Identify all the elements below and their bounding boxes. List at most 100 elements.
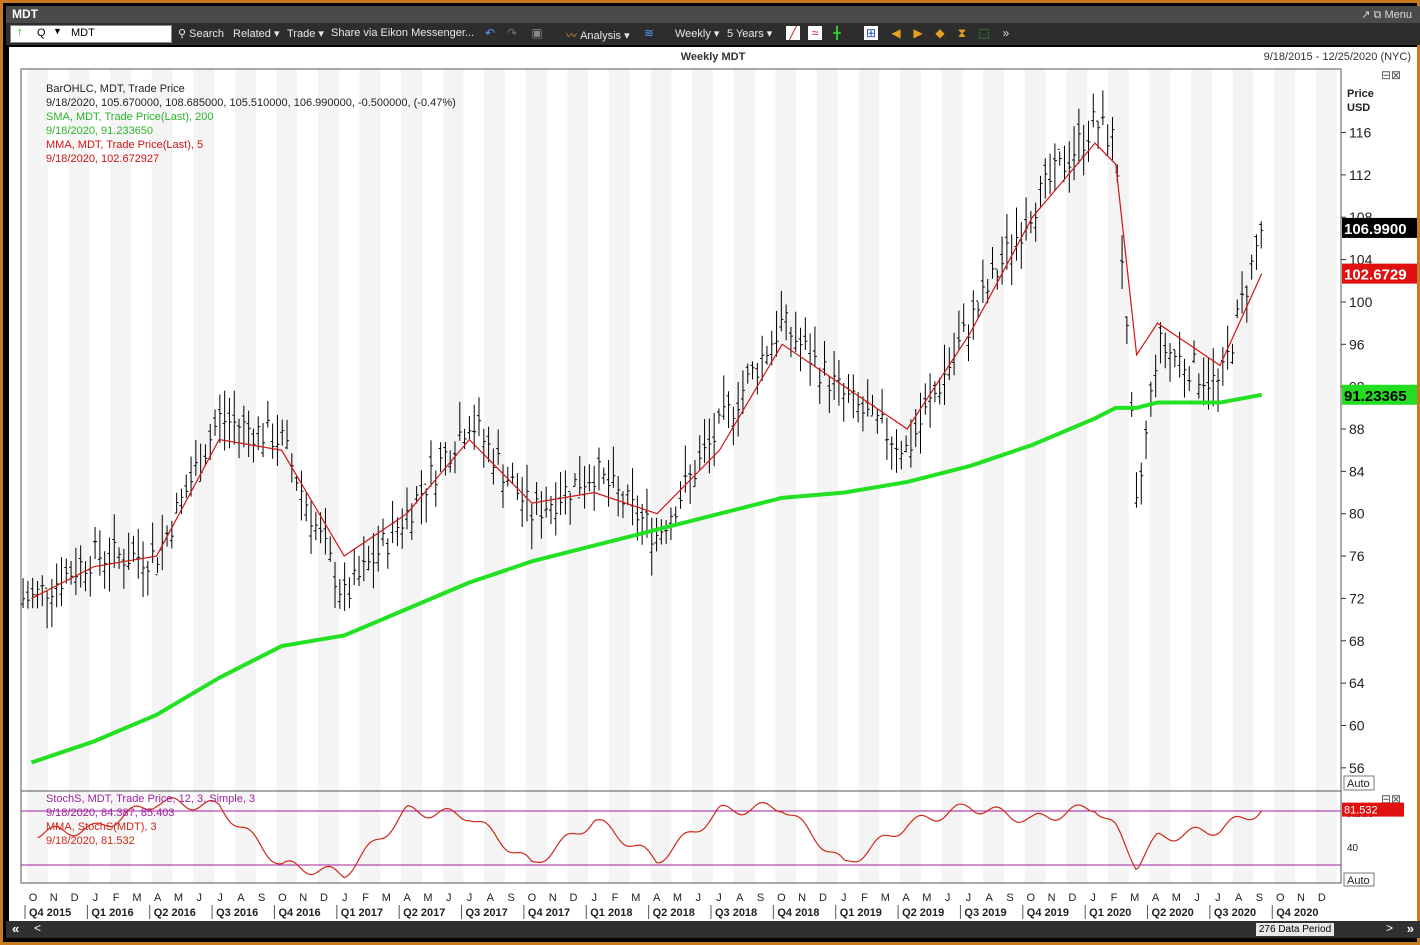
- x-month-label: J: [945, 892, 951, 904]
- x-quarter-label: Q4 2018: [777, 907, 819, 919]
- undo-icon[interactable]: ↶: [483, 26, 497, 40]
- table-icon[interactable]: ⊞: [864, 26, 878, 40]
- x-month-label: S: [1006, 892, 1013, 904]
- legend-l1: BarOHLC, MDT, Trade Price: [46, 83, 185, 95]
- x-month-label: A: [154, 892, 162, 904]
- month-band: [318, 69, 339, 883]
- legend-l5: MMA, MDT, Trade Price(Last), 5: [46, 139, 203, 151]
- period-label: 5 Years: [727, 28, 764, 40]
- crosshair-icon[interactable]: ╋: [830, 26, 844, 40]
- x-month-label: J: [467, 892, 473, 904]
- x-quarter-label: Q1 2019: [840, 907, 882, 919]
- interval-select[interactable]: Weekly ▾: [675, 27, 719, 40]
- x-month-label: M: [922, 892, 931, 904]
- x-month-label: F: [1111, 892, 1118, 904]
- mma-badge: 102.6729: [1344, 267, 1407, 284]
- camera-icon[interactable]: ▣: [530, 26, 544, 40]
- y-tick-label: 100: [1349, 294, 1373, 310]
- x-month-label: N: [798, 892, 806, 904]
- month-band: [484, 69, 506, 883]
- share-button[interactable]: Share via Eikon Messenger...: [331, 27, 474, 39]
- x-quarter-label: Q2 2020: [1152, 907, 1194, 919]
- x-month-label: A: [1152, 892, 1160, 904]
- x-quarter-label: Q2 2018: [653, 907, 695, 919]
- x-month-label: J: [695, 892, 701, 904]
- line-chart-icon[interactable]: ╱: [786, 26, 800, 40]
- x-month-label: J: [217, 892, 223, 904]
- month-band: [151, 69, 173, 883]
- more-icon[interactable]: »: [999, 26, 1013, 40]
- hourglass-icon[interactable]: ⧗: [955, 26, 969, 40]
- x-month-label: J: [446, 892, 452, 904]
- ric-box[interactable]: ↑ Q ▼: [10, 25, 172, 43]
- x-month-label: M: [174, 892, 183, 904]
- menu-label[interactable]: Menu: [1384, 9, 1412, 21]
- scroll-start-icon[interactable]: «: [12, 921, 19, 936]
- related-label: Related: [233, 28, 271, 40]
- month-band: [609, 69, 630, 883]
- month-band: [733, 69, 755, 883]
- x-month-label: A: [487, 892, 495, 904]
- analysis-button[interactable]: 〰 Analysis ▾: [566, 27, 630, 43]
- month-band: [442, 69, 464, 883]
- x-month-label: O: [528, 892, 537, 904]
- zoom-vertical-icon[interactable]: ◆: [933, 26, 947, 40]
- month-band: [983, 69, 1005, 883]
- scroll-right-icon[interactable]: ▶: [911, 26, 925, 40]
- y-tick-label: 68: [1349, 633, 1365, 649]
- y-tick-label: 84: [1349, 463, 1365, 479]
- legend-l2: 9/18/2020, 105.670000, 108.685000, 105.5…: [46, 97, 456, 109]
- x-quarter-label: Q2 2016: [154, 907, 196, 919]
- overlay-icon[interactable]: ≋: [642, 26, 656, 40]
- x-month-label: A: [736, 892, 744, 904]
- scroll-back-icon[interactable]: <: [34, 921, 41, 935]
- x-month-label: D: [819, 892, 827, 904]
- redo-icon[interactable]: ↷: [505, 26, 519, 40]
- month-band: [775, 69, 797, 883]
- x-month-label: M: [382, 892, 391, 904]
- x-month-label: D: [1318, 892, 1326, 904]
- trade-button[interactable]: Trade ▾: [287, 27, 324, 40]
- scroll-end-icon[interactable]: »: [1407, 921, 1414, 936]
- y-tick-label: 112: [1349, 167, 1372, 183]
- currency-label: USD: [1347, 102, 1370, 114]
- y-tick-label: 116: [1349, 125, 1372, 141]
- stoch-badge: 81.532: [1344, 805, 1378, 817]
- stoch-legend-l2: 9/18/2020, 84.387, 85.403: [46, 807, 174, 819]
- multi-chart-icon[interactable]: ≈: [808, 26, 822, 40]
- search-button[interactable]: ⚲ Search: [178, 27, 224, 40]
- chevron-down-icon[interactable]: ▼: [53, 26, 62, 36]
- month-band: [858, 69, 880, 883]
- ric-prefix[interactable]: Q: [37, 27, 46, 39]
- related-button[interactable]: Related ▾: [233, 27, 280, 40]
- x-month-label: S: [507, 892, 514, 904]
- scroll-bar[interactable]: « < 276 Data Period > »: [6, 921, 1420, 938]
- stoch-legend-l4: 9/18/2020, 81.532: [46, 835, 135, 847]
- sma-badge: 91.23365: [1344, 388, 1407, 405]
- x-quarter-label: Q1 2018: [590, 907, 632, 919]
- scroll-forward-icon[interactable]: >: [1386, 921, 1393, 935]
- scroll-left-icon[interactable]: ◀: [889, 26, 903, 40]
- window-menu[interactable]: ↗ ⧉ Menu: [1361, 8, 1412, 22]
- x-month-label: M: [1130, 892, 1139, 904]
- x-month-label: N: [1048, 892, 1056, 904]
- period-select[interactable]: 5 Years ▾: [727, 27, 772, 40]
- x-month-label: M: [132, 892, 141, 904]
- select-icon[interactable]: ⬚: [977, 26, 991, 40]
- month-band: [193, 69, 215, 883]
- interval-label: Weekly: [675, 28, 711, 40]
- x-month-label: M: [1172, 892, 1181, 904]
- price-chart[interactable]: 5660646872768084889296100104108112116Pri…: [9, 47, 1417, 921]
- x-quarter-label: Q1 2020: [1089, 907, 1131, 919]
- month-band: [900, 69, 921, 883]
- data-period-box[interactable]: 276 Data Period: [1256, 923, 1334, 936]
- month-band: [68, 69, 90, 883]
- month-band: [401, 69, 422, 883]
- month-band: [650, 69, 672, 883]
- window-title: MDT: [12, 7, 38, 21]
- x-month-label: A: [404, 892, 412, 904]
- x-month-label: J: [93, 892, 99, 904]
- ric-input[interactable]: [69, 26, 171, 40]
- window-controls[interactable]: ↗ ⧉: [1361, 9, 1384, 21]
- x-quarter-label: Q1 2016: [91, 907, 133, 919]
